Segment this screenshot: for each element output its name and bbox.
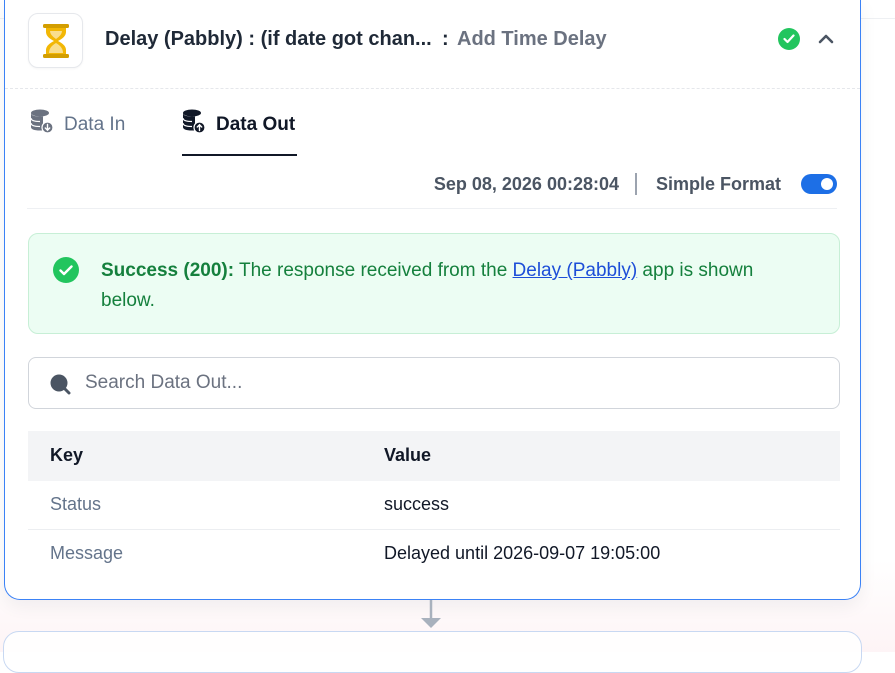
execution-timestamp: Sep 08, 2026 00:28:04	[433, 174, 619, 194]
success-text-before: The response received from the	[234, 260, 513, 281]
tab-data-out-label: Data Out	[216, 114, 296, 135]
table-row: Message Delayed until 2026-09-07 19:05:0…	[28, 530, 840, 578]
tab-data-in-label: Data In	[64, 114, 126, 135]
row-value: success	[384, 494, 450, 514]
next-step-card[interactable]	[3, 631, 862, 673]
check-circle-icon	[778, 28, 800, 50]
tab-data-out[interactable]: Data Out	[182, 108, 298, 156]
app-link[interactable]: Delay (Pabbly)	[513, 260, 638, 281]
table-row: Status success	[28, 481, 840, 530]
step-header[interactable]: Delay (Pabbly) : (if date got chan... : …	[5, 0, 860, 89]
hourglass-icon	[42, 23, 69, 58]
row-key: Message	[50, 543, 124, 563]
success-message: Success (200): The response received fro…	[101, 256, 801, 316]
column-header-key: Key	[50, 445, 84, 465]
meta-divider	[635, 173, 637, 195]
chevron-up-icon	[818, 34, 834, 44]
output-meta-row: Sep 08, 2026 00:28:04 Simple Format	[27, 162, 837, 209]
row-value: Delayed until 2026-09-07 19:05:00	[384, 543, 661, 563]
success-alert: Success (200): The response received fro…	[28, 233, 840, 334]
success-status: Success (200):	[101, 260, 235, 281]
database-upload-icon	[182, 109, 206, 134]
simple-format-toggle[interactable]	[801, 174, 837, 194]
column-header-value: Value	[384, 445, 432, 465]
step-action-name: Add Time Delay	[457, 28, 607, 50]
flow-connector-arrow	[421, 600, 441, 628]
title-separator: :	[442, 28, 449, 50]
tab-data-in[interactable]: Data In	[30, 108, 125, 154]
data-out-table: Key Value Status success Message Delayed…	[28, 431, 840, 578]
table-header: Key Value	[28, 431, 840, 481]
simple-format-label: Simple Format	[655, 174, 781, 194]
toggle-knob	[821, 178, 833, 190]
collapse-button[interactable]	[813, 26, 839, 52]
app-tile	[28, 13, 83, 68]
check-circle-icon	[53, 257, 79, 283]
database-download-icon	[30, 109, 54, 134]
step-card: Delay (Pabbly) : (if date got chan... : …	[4, 0, 861, 600]
step-title: Delay (Pabbly) : (if date got chan...	[105, 28, 432, 50]
row-key: Status	[50, 494, 102, 514]
search-box	[28, 357, 840, 409]
search-icon	[50, 374, 71, 395]
search-input[interactable]	[83, 366, 817, 400]
